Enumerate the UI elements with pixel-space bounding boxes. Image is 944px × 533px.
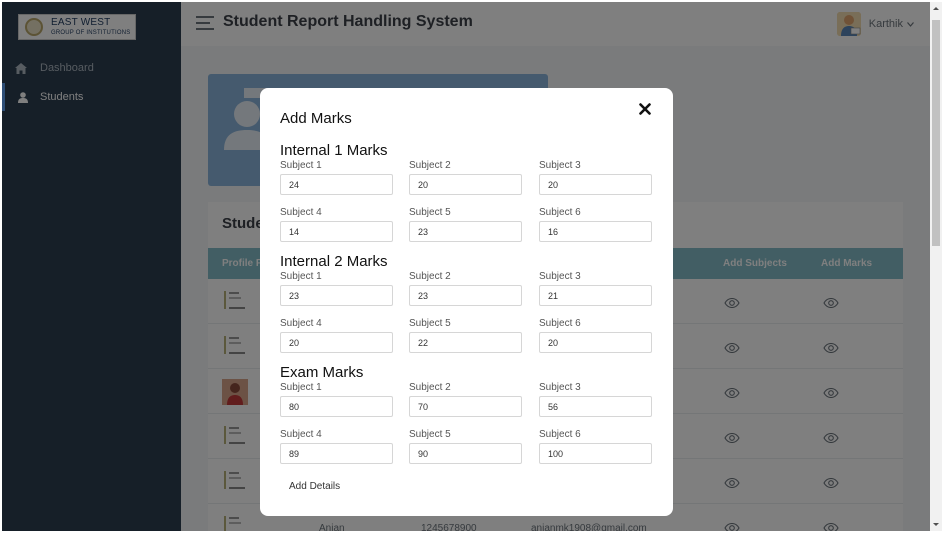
field-label: Subject 3 [539, 271, 581, 282]
internal1-subject6-input[interactable] [539, 221, 652, 242]
field-exam-subject4: Subject 4 [280, 429, 393, 464]
field-label: Subject 1 [280, 271, 322, 282]
scroll-up-arrow-icon[interactable] [930, 2, 942, 16]
field-label: Subject 6 [539, 318, 581, 329]
exam-subject5-input[interactable] [409, 443, 522, 464]
field-label: Subject 5 [409, 318, 451, 329]
field-exam-subject5: Subject 5 [409, 429, 522, 464]
field-exam-subject3: Subject 3 [539, 382, 652, 417]
field-label: Subject 2 [409, 382, 451, 393]
close-button[interactable] [634, 98, 656, 120]
field-internal2-subject2: Subject 2 [409, 271, 522, 306]
internal2-subject1-input[interactable] [280, 285, 393, 306]
internal2-subject4-input[interactable] [280, 332, 393, 353]
field-internal1-subject1: Subject 1 [280, 160, 393, 195]
section-title-internal-2: Internal 2 Marks [280, 253, 388, 270]
field-exam-subject6: Subject 6 [539, 429, 652, 464]
add-marks-modal: Add Marks Internal 1 Marks Subject 1 Sub… [260, 88, 673, 516]
field-label: Subject 5 [409, 429, 451, 440]
field-label: Subject 5 [409, 207, 451, 218]
field-internal1-subject5: Subject 5 [409, 207, 522, 242]
field-exam-subject1: Subject 1 [280, 382, 393, 417]
field-internal1-subject3: Subject 3 [539, 160, 652, 195]
add-details-button[interactable]: Add Details [280, 476, 350, 496]
field-label: Subject 4 [280, 207, 322, 218]
modal-title: Add Marks [280, 110, 352, 127]
field-internal1-subject2: Subject 2 [409, 160, 522, 195]
field-label: Subject 1 [280, 382, 322, 393]
internal2-subject5-input[interactable] [409, 332, 522, 353]
app-window: EAST WEST GROUP OF INSTITUTIONS Dashboar… [2, 2, 942, 531]
scrollbar-thumb[interactable] [932, 20, 940, 246]
exam-subject6-input[interactable] [539, 443, 652, 464]
field-label: Subject 2 [409, 271, 451, 282]
field-label: Subject 3 [539, 382, 581, 393]
field-exam-subject2: Subject 2 [409, 382, 522, 417]
internal1-subject4-input[interactable] [280, 221, 393, 242]
field-internal2-subject3: Subject 3 [539, 271, 652, 306]
internal1-subject1-input[interactable] [280, 174, 393, 195]
field-label: Subject 2 [409, 160, 451, 171]
field-label: Subject 4 [280, 429, 322, 440]
internal1-subject3-input[interactable] [539, 174, 652, 195]
field-label: Subject 6 [539, 207, 581, 218]
field-internal1-subject6: Subject 6 [539, 207, 652, 242]
field-internal2-subject6: Subject 6 [539, 318, 652, 353]
field-label: Subject 6 [539, 429, 581, 440]
internal2-subject2-input[interactable] [409, 285, 522, 306]
field-internal1-subject4: Subject 4 [280, 207, 393, 242]
internal2-subject6-input[interactable] [539, 332, 652, 353]
section-title-internal-1: Internal 1 Marks [280, 142, 388, 159]
scroll-down-arrow-icon[interactable] [930, 517, 942, 531]
exam-subject1-input[interactable] [280, 396, 393, 417]
internal1-subject5-input[interactable] [409, 221, 522, 242]
exam-subject3-input[interactable] [539, 396, 652, 417]
exam-subject4-input[interactable] [280, 443, 393, 464]
internal1-subject2-input[interactable] [409, 174, 522, 195]
field-internal2-subject5: Subject 5 [409, 318, 522, 353]
page-scrollbar[interactable] [930, 2, 942, 531]
section-title-exam: Exam Marks [280, 364, 364, 381]
field-internal2-subject1: Subject 1 [280, 271, 393, 306]
field-internal2-subject4: Subject 4 [280, 318, 393, 353]
field-label: Subject 4 [280, 318, 322, 329]
internal2-subject3-input[interactable] [539, 285, 652, 306]
close-icon [639, 103, 651, 115]
field-label: Subject 3 [539, 160, 581, 171]
field-label: Subject 1 [280, 160, 322, 171]
exam-subject2-input[interactable] [409, 396, 522, 417]
